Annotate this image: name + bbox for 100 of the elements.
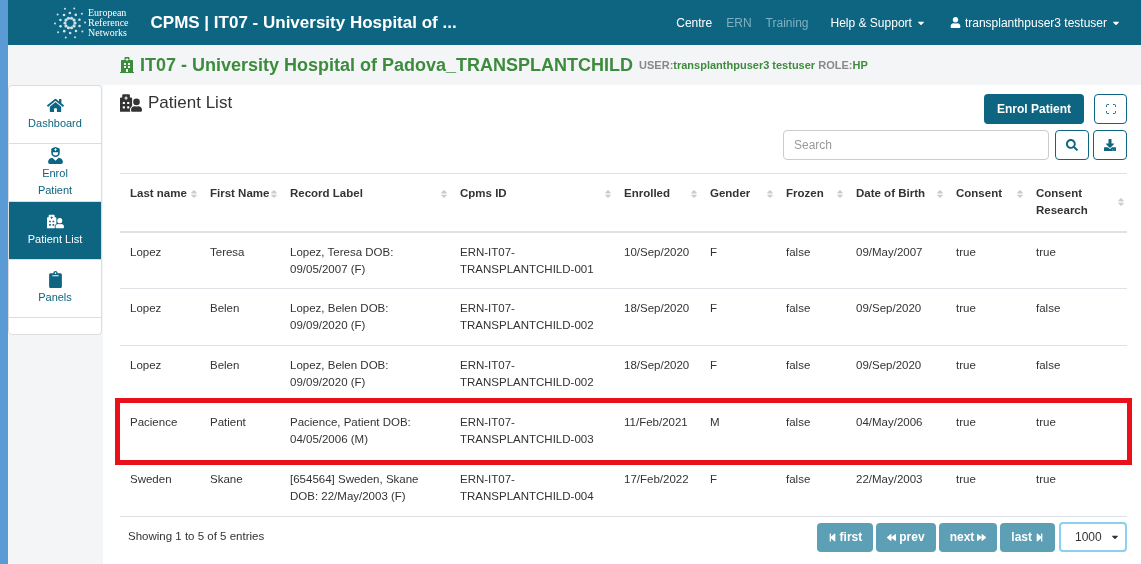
table-row[interactable]: Lopez Belen Lopez, Belen DOB: 09/09/2020 (F) ERN-IT07-TRANSPLANTCHILD-002 18/Sep/2020 F false 09/Sep/2020 true false <box>120 345 1127 403</box>
table-cell-text: 10/Sep/2020 <box>624 244 691 260</box>
table-cell-text: ERN-IT07-TRANSPLANTCHILD-004 <box>460 471 595 504</box>
table-cell-text: 18/Sep/2020 <box>624 301 691 316</box>
table-cell-text: 04/May/2006 <box>856 415 924 430</box>
table-cell-text: Lopez, Belen DOB: 09/09/2020 (F) <box>290 358 390 390</box>
table-row[interactable]: Pacience Patient Pacience, Patient DOB: 04/05/2006 (M) ERN-IT07-TRANSPLANTCHILD-003 11/Feb/2021 M false 04/May/2006 true true <box>120 402 1127 460</box>
user-role-info: USER:transplanthpuser3 testuser ROLE:HP <box>639 57 868 73</box>
table-cell-text: F <box>710 358 719 373</box>
fullscreen-icon <box>1104 103 1117 115</box>
table-cell-text: ERN-IT07-TRANSPLANTCHILD-002 <box>460 358 595 390</box>
patient-list-icon <box>120 94 142 112</box>
table-cell-text: F <box>710 301 719 316</box>
user-menu[interactable]: transplanthpuser3 testuser <box>949 13 1121 32</box>
table-cell-text: 17/Feb/2022 <box>624 471 690 487</box>
table-cell-text: 22/May/2003 <box>856 471 924 487</box>
table-cell-text: 11/Feb/2021 <box>624 415 689 430</box>
sidebar-item[interactable]: Patient List <box>9 202 101 260</box>
table-row[interactable]: Lopez Teresa Lopez, Teresa DOB: 09/05/2007 (F) ERN-IT07-TRANSPLANTCHILD-001 10/Sep/2020 F false 09/May/2007 true true <box>120 231 1127 289</box>
search-field[interactable]: Search <box>783 130 1049 160</box>
table-cell-text: true <box>1036 244 1057 260</box>
table-cell-text: ERN-IT07-TRANSPLANTCHILD-002 <box>460 301 595 333</box>
table-cell-text: false <box>786 415 812 430</box>
sort-icon[interactable] <box>440 188 448 199</box>
sort-icon[interactable] <box>836 188 844 199</box>
column-header[interactable]: Record Label <box>290 185 363 202</box>
panels-icon <box>46 271 64 288</box>
sort-icon[interactable] <box>604 188 612 199</box>
logo-text: Reference <box>88 17 129 28</box>
first-icon <box>827 532 837 542</box>
entries-info: Showing 1 to 5 of 5 entries <box>128 529 265 545</box>
logo-text: European <box>88 7 127 18</box>
download-icon <box>1104 139 1116 151</box>
sidebar-item[interactable]: Dashboard <box>9 86 101 144</box>
table-cell-text: false <box>786 301 812 316</box>
column-header[interactable]: Enrolled <box>624 185 670 202</box>
column-header[interactable]: Date of Birth <box>856 185 925 202</box>
sort-icon[interactable] <box>690 188 698 199</box>
table-cell-text: true <box>1036 415 1057 430</box>
table-cell-text: Lopez, Belen DOB: 09/09/2020 (F) <box>290 301 390 333</box>
column-header[interactable]: Last name <box>130 185 187 202</box>
sort-icon[interactable] <box>1016 188 1024 199</box>
sort-icon[interactable] <box>936 188 944 199</box>
centre-title: IT07 - University Hospital of Padova_TRANSPLANTCHILD <box>140 53 634 77</box>
table-cell-text: [654564] Sweden, Skane DOB: 22/May/2003 (F) <box>290 471 420 504</box>
table-cell-text: Belen <box>210 301 241 316</box>
table-cell-text: true <box>956 358 977 373</box>
table-cell-text: Teresa <box>210 244 246 260</box>
logo-text: Networks <box>88 27 128 38</box>
download-button[interactable] <box>1093 130 1127 160</box>
table-cell-text: false <box>786 244 812 260</box>
sort-icon[interactable] <box>1117 197 1125 207</box>
table-cell-text: Patient <box>210 415 247 430</box>
table-cell-text: true <box>956 301 977 316</box>
column-header[interactable]: Cpms ID <box>460 185 507 202</box>
next-icon <box>977 532 987 542</box>
table-cell-text: true <box>956 244 977 260</box>
sort-icon[interactable] <box>766 188 774 199</box>
page-title: Patient List <box>148 92 233 115</box>
table-cell-text: false <box>786 471 812 487</box>
sidebar-item[interactable]: Panels <box>9 260 101 318</box>
table-cell-text: ERN-IT07-TRANSPLANTCHILD-001 <box>460 244 595 277</box>
table-cell-text: true <box>956 471 977 487</box>
help-dropdown[interactable]: Help & Support <box>830 13 926 32</box>
column-header[interactable]: Gender <box>710 185 751 202</box>
search-icon <box>1066 139 1078 151</box>
table-cell-text: Lopez, Teresa DOB: 09/05/2007 (F) <box>290 244 395 277</box>
table-cell-text: 09/Sep/2020 <box>856 358 923 373</box>
table-cell-text: F <box>710 471 719 487</box>
table-cell-text: true <box>956 415 977 430</box>
table-cell-text: false <box>786 358 812 373</box>
enrol-patient-button[interactable]: Enrol Patient <box>984 94 1084 124</box>
app-title: CPMS | IT07 - University Hospital of ... <box>150 11 457 34</box>
table-cell-text: false <box>1036 358 1062 373</box>
column-header[interactable]: First Name <box>210 185 270 202</box>
table-cell-text: 09/May/2007 <box>856 244 924 260</box>
table-cell-text: false <box>1036 301 1062 316</box>
home-icon <box>46 97 64 114</box>
last-icon <box>1035 532 1044 542</box>
table-cell-text: Skane <box>210 471 244 487</box>
column-header[interactable]: Consent <box>956 185 1002 202</box>
column-header[interactable]: Consent Research <box>1036 185 1117 219</box>
table-cell-text: Pacience <box>130 415 179 430</box>
table-cell-text: Lopez <box>130 244 163 260</box>
table-row[interactable]: Lopez Belen Lopez, Belen DOB: 09/09/2020 (F) ERN-IT07-TRANSPLANTCHILD-002 18/Sep/2020 F false 09/Sep/2020 true false <box>120 288 1127 346</box>
nav-link[interactable]: Centre <box>676 13 713 32</box>
table-cell-text: F <box>710 244 719 260</box>
search-button[interactable] <box>1055 130 1089 160</box>
hospital-icon <box>120 57 134 73</box>
table-cell-text: Pacience, Patient DOB: 04/05/2006 (M) <box>290 415 412 447</box>
user-icon <box>949 17 961 28</box>
table-row[interactable]: Sweden Skane [654564] Sweden, Skane DOB: 22/May/2003 (F) ERN-IT07-TRANSPLANTCHILD-004 17/Feb/2022 F false 22/May/2003 true true <box>120 459 1127 517</box>
table-cell-text: Sweden <box>130 471 173 487</box>
sort-icon[interactable] <box>270 188 278 199</box>
prev-icon <box>887 532 897 542</box>
fullscreen-button[interactable] <box>1094 94 1127 124</box>
column-header[interactable]: Frozen <box>786 185 824 202</box>
page-size-select[interactable]: 1000 <box>1059 522 1127 552</box>
sort-icon[interactable] <box>190 188 198 199</box>
list-icon <box>46 213 64 230</box>
